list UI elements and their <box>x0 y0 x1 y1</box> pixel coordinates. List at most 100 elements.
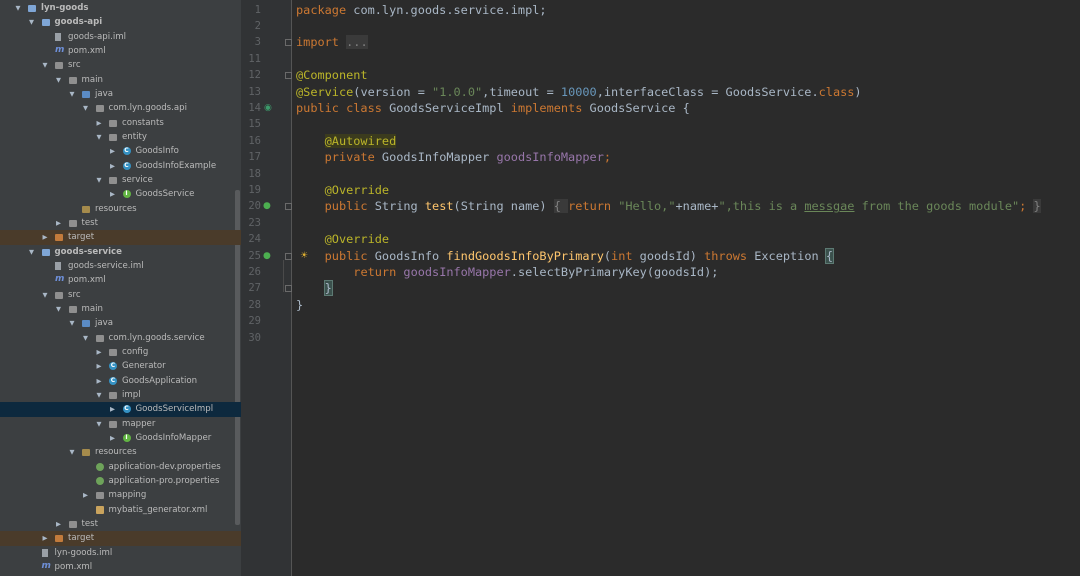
tree-item[interactable]: lyn-goods.iml <box>0 546 241 560</box>
collapse-arrow-icon[interactable]: ▶ <box>55 216 63 230</box>
code-line[interactable]: @Override <box>296 231 389 247</box>
tree-item[interactable]: ▼ lyn-goods <box>0 1 241 15</box>
tree-item[interactable]: ▼ com.lyn.goods.api <box>0 101 241 115</box>
properties-file-icon <box>95 462 104 471</box>
fold-marker-icon[interactable] <box>285 203 292 211</box>
tree-item[interactable]: ▶ C GoodsInfo <box>0 144 241 158</box>
collapse-arrow-icon[interactable]: ▶ <box>82 488 90 502</box>
expand-arrow-icon[interactable]: ▼ <box>95 388 103 402</box>
tree-item[interactable]: ▼ main <box>0 73 241 87</box>
tree-item[interactable]: ▶ I GoodsInfoMapper <box>0 431 241 445</box>
tree-item-label: target <box>68 533 95 544</box>
line-number: 29 <box>248 315 261 328</box>
tree-item[interactable]: ▶ test <box>0 517 241 531</box>
collapse-arrow-icon[interactable]: ▶ <box>55 517 63 531</box>
tree-item[interactable]: ▶ test <box>0 216 241 230</box>
tree-item[interactable]: ▶ C GoodsInfoExample <box>0 159 241 173</box>
code-line[interactable]: private GoodsInfoMapper goodsInfoMapper; <box>296 149 611 165</box>
collapse-arrow-icon[interactable]: ▶ <box>109 402 117 416</box>
tree-item[interactable]: ▶ C GoodsServiceImpl <box>0 402 241 417</box>
tree-item[interactable]: ▼ goods-service <box>0 245 241 259</box>
expand-arrow-icon[interactable]: ▼ <box>55 302 63 316</box>
collapse-arrow-icon[interactable]: ▶ <box>109 187 117 201</box>
expand-arrow-icon[interactable]: ▼ <box>55 73 63 87</box>
collapse-arrow-icon[interactable]: ▶ <box>109 144 117 158</box>
tree-item[interactable]: ▼ main <box>0 302 241 316</box>
code-line[interactable]: return goodsInfoMapper.selectByPrimaryKe… <box>296 264 718 280</box>
expand-arrow-icon[interactable]: ▼ <box>95 173 103 187</box>
tree-item[interactable]: ▼ resources <box>0 445 241 459</box>
expand-arrow-icon[interactable]: ▼ <box>14 1 22 15</box>
code-line[interactable]: } <box>296 297 303 313</box>
folded-code-region[interactable]: } <box>1033 199 1041 214</box>
tree-item[interactable]: resources <box>0 202 241 216</box>
code-line[interactable]: @Component <box>296 67 368 83</box>
expand-arrow-icon[interactable]: ▼ <box>68 87 76 101</box>
tree-item[interactable]: mybatis_generator.xml <box>0 503 241 517</box>
project-tree-panel[interactable]: ▼ lyn-goods ▼ goods-api goods-api.iml m pom.xm… <box>0 0 241 576</box>
collapse-arrow-icon[interactable]: ▶ <box>95 359 103 373</box>
expand-arrow-icon[interactable]: ▼ <box>82 101 90 115</box>
collapse-arrow-icon[interactable]: ▶ <box>95 116 103 130</box>
tree-item[interactable]: ▼ java <box>0 316 241 330</box>
tree-item[interactable]: ▼ service <box>0 173 241 187</box>
expand-arrow-icon[interactable]: ▼ <box>41 288 49 302</box>
tree-item[interactable]: ▶ C Generator <box>0 359 241 373</box>
code-line[interactable]: public String test(String name) { return… <box>296 198 1041 214</box>
tree-item[interactable]: ▼ src <box>0 288 241 302</box>
collapse-arrow-icon[interactable]: ▶ <box>109 431 117 445</box>
tree-item[interactable]: m pom.xml <box>0 44 241 58</box>
code-line[interactable]: public GoodsInfo findGoodsInfoByPrimary(… <box>296 247 835 264</box>
tree-item[interactable]: ▶ C GoodsApplication <box>0 374 241 388</box>
fold-marker-icon[interactable] <box>285 39 292 47</box>
tree-item[interactable]: application-dev.properties <box>0 460 241 474</box>
tree-item[interactable]: application-pro.properties <box>0 474 241 488</box>
code-line[interactable]: @Autowired <box>296 133 397 149</box>
expand-arrow-icon[interactable]: ▼ <box>95 417 103 431</box>
expand-arrow-icon[interactable]: ▼ <box>28 15 36 29</box>
tree-item[interactable]: ▼ goods-api <box>0 15 241 29</box>
code-line[interactable]: import ... <box>296 34 368 50</box>
code-line[interactable]: } <box>296 280 333 297</box>
expand-arrow-icon[interactable]: ▼ <box>41 58 49 72</box>
collapse-arrow-icon[interactable]: ▶ <box>41 230 49 244</box>
override-method-icon[interactable]: ● <box>263 250 271 262</box>
fold-marker-icon[interactable] <box>285 72 292 80</box>
tree-item[interactable]: ▼ com.lyn.goods.service <box>0 331 241 345</box>
tree-item[interactable]: ▶ mapping <box>0 488 241 502</box>
folded-code-region[interactable]: ... <box>346 35 368 50</box>
collapse-arrow-icon[interactable]: ▶ <box>95 374 103 388</box>
expand-arrow-icon[interactable]: ▼ <box>28 245 36 259</box>
expand-arrow-icon[interactable]: ▼ <box>68 445 76 459</box>
collapse-arrow-icon[interactable]: ▶ <box>95 345 103 359</box>
collapse-arrow-icon[interactable]: ▶ <box>109 159 117 173</box>
tree-item[interactable]: ▼ entity <box>0 130 241 144</box>
tree-item[interactable]: ▶ constants <box>0 116 241 130</box>
tree-item[interactable]: m pom.xml <box>0 560 241 574</box>
tree-item[interactable]: ▼ java <box>0 87 241 101</box>
folder-icon <box>68 305 77 313</box>
code-line[interactable]: @Service(version = "1.0.0",timeout = 100… <box>296 84 862 100</box>
tree-item[interactable]: ▶ config <box>0 345 241 359</box>
tree-item[interactable]: ▶ target <box>0 531 241 546</box>
code-line[interactable]: @Override <box>296 182 389 198</box>
code-line[interactable]: package com.lyn.goods.service.impl; <box>296 2 547 18</box>
collapse-arrow-icon[interactable]: ▶ <box>41 531 49 545</box>
implements-interface-icon[interactable]: ◉ <box>264 102 272 114</box>
expand-arrow-icon[interactable]: ▼ <box>82 331 90 345</box>
tree-item[interactable]: goods-service.iml <box>0 259 241 273</box>
tree-item[interactable]: goods-api.iml <box>0 30 241 44</box>
tree-item[interactable]: ▶ target <box>0 230 241 245</box>
tree-item[interactable]: ▼ src <box>0 58 241 72</box>
code-line[interactable]: public class GoodsServiceImpl implements… <box>296 100 690 116</box>
fold-marker-icon[interactable] <box>285 252 292 260</box>
expand-arrow-icon[interactable]: ▼ <box>68 316 76 330</box>
override-method-icon[interactable]: ● <box>263 200 271 212</box>
fold-marker-icon[interactable] <box>285 285 292 293</box>
expand-arrow-icon[interactable]: ▼ <box>95 130 103 144</box>
tree-item[interactable]: ▼ mapper <box>0 417 241 431</box>
tree-item[interactable]: ▼ impl <box>0 388 241 402</box>
folded-code-region[interactable]: { <box>553 199 569 214</box>
tree-item[interactable]: ▶ I GoodsService <box>0 187 241 201</box>
tree-item[interactable]: m pom.xml <box>0 273 241 287</box>
